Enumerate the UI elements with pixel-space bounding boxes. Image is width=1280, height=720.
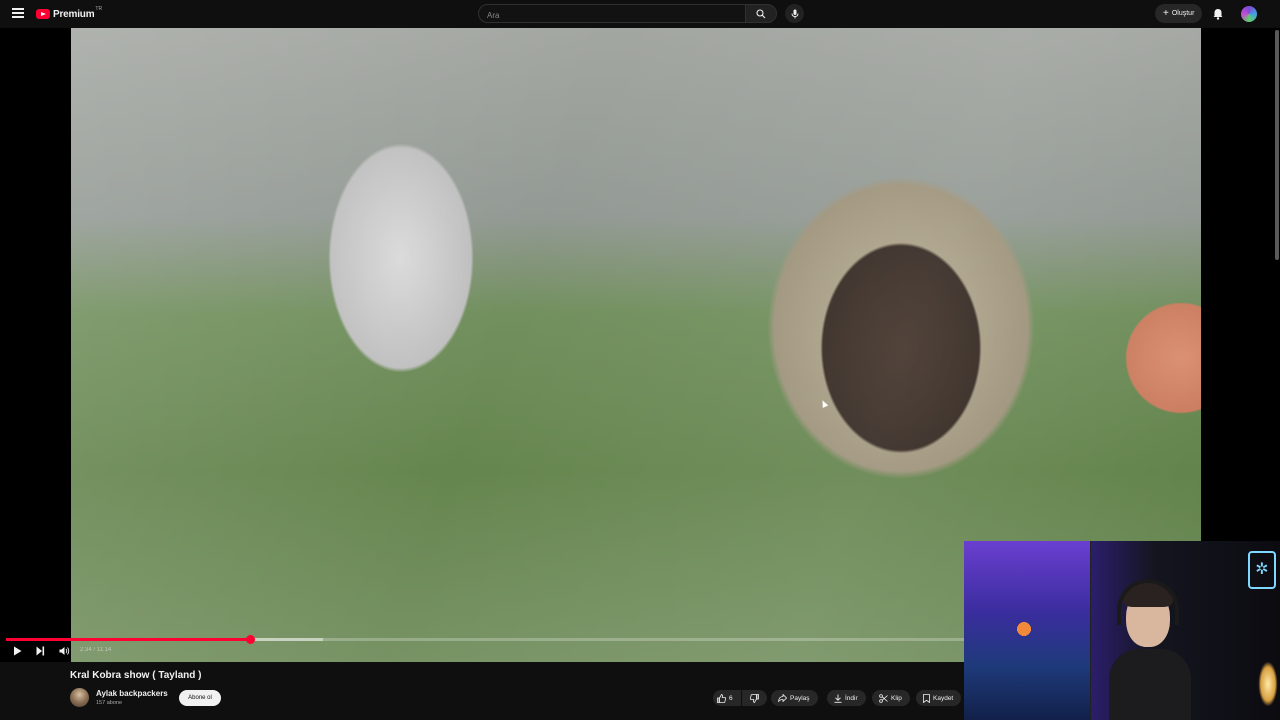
account-avatar[interactable] [1241,6,1257,22]
youtube-logo-icon [36,9,50,19]
play-button[interactable] [11,645,23,657]
youtube-logo[interactable]: Premium TR [36,6,103,20]
dislike-icon [750,693,759,703]
channel-avatar[interactable] [70,688,89,707]
like-count: 6 [729,694,733,702]
bell-icon [1213,9,1223,20]
progress-scrubber[interactable] [245,635,255,644]
search-icon [756,8,766,18]
progress-bar[interactable] [6,635,966,644]
notifications-button[interactable] [1213,7,1223,25]
create-button[interactable]: + Oluştur [1155,4,1203,23]
logo-country: TR [95,6,103,12]
mic-icon [791,9,798,18]
save-label: Kaydet [933,694,954,702]
scissors-icon [879,693,888,703]
bookmark-icon [923,693,930,703]
video-title: Kral Kobra show ( Tayland ) [70,670,202,681]
next-icon [36,646,44,656]
logo-text: Premium [53,8,95,20]
wall-sign-icon: ✲ [1248,551,1276,589]
play-icon [13,646,21,656]
streamer [1109,579,1191,720]
channel-name[interactable]: Aylak backpackers [96,689,168,698]
volume-button[interactable] [58,645,70,657]
progress-played [6,638,250,641]
subscriber-count: 157 abone [96,700,122,706]
search-button[interactable] [745,4,777,23]
volume-icon [59,647,69,655]
search-input[interactable] [479,7,737,24]
streamer-webcam: ✲ [964,541,1280,720]
dislike-button[interactable] [742,690,767,706]
download-icon [834,694,842,703]
next-button[interactable] [34,645,46,657]
wall-poster [964,541,1091,720]
share-label: Paylaş [790,694,810,702]
lamp [1256,654,1280,714]
search-box [478,4,746,24]
save-button[interactable]: Kaydet [916,690,962,706]
voice-search-button[interactable] [785,4,804,23]
top-bar: Premium TR + Oluştur [0,0,1280,28]
create-label: Oluştur [1171,10,1195,17]
subscribe-button[interactable]: Abone ol [179,690,221,706]
download-label: İndir [845,694,858,702]
menu-icon[interactable] [12,8,24,18]
download-button[interactable]: İndir [827,690,866,706]
share-icon [778,694,787,702]
like-icon [717,693,726,703]
like-button[interactable]: 6 [713,690,741,706]
page-scrollbar[interactable] [1275,30,1279,260]
clip-button[interactable]: Klip [872,690,910,706]
clip-label: Klip [891,694,902,702]
time-display: 2:34 / 11:14 [80,647,112,653]
share-button[interactable]: Paylaş [771,690,818,706]
plus-icon: + [1163,7,1169,19]
